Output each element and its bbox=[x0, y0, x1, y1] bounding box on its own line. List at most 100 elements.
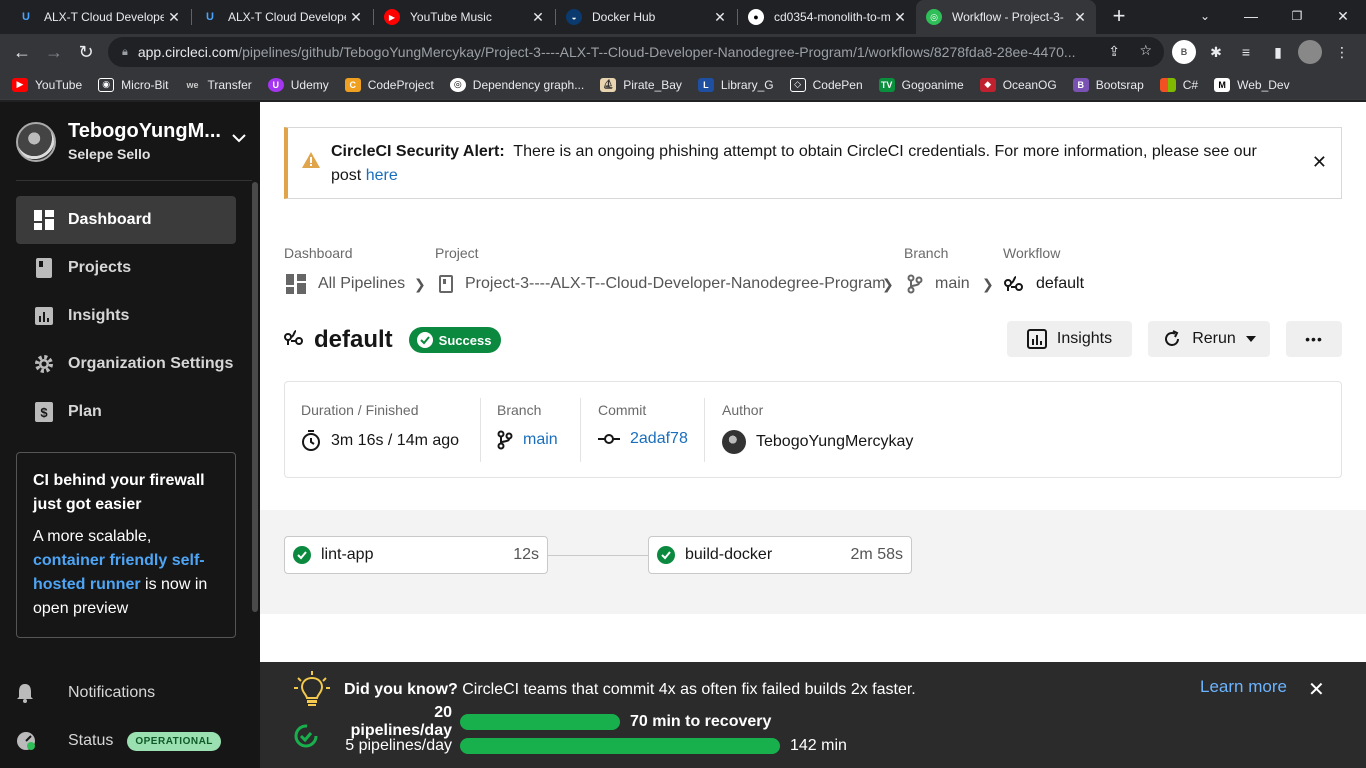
bookmark-item[interactable]: C CodeProject bbox=[344, 77, 434, 92]
job-card-lint-app[interactable]: lint-app 12s bbox=[284, 536, 548, 574]
close-banner-icon[interactable]: ✕ bbox=[1308, 677, 1325, 702]
bookmark-item[interactable]: ⛵︎ Pirate_Bay bbox=[600, 77, 682, 92]
success-check-icon bbox=[293, 546, 311, 564]
udemy-icon: U bbox=[267, 77, 284, 92]
more-actions-button[interactable]: ••• bbox=[1286, 321, 1342, 357]
workflow-header: default Success bbox=[284, 324, 502, 356]
bookmark-item[interactable]: M Web_Dev bbox=[1214, 77, 1290, 92]
side-panel-icon[interactable]: ▮ bbox=[1266, 40, 1290, 64]
reload-icon[interactable]: ↻ bbox=[72, 38, 100, 66]
close-tab-icon[interactable]: ✕ bbox=[1070, 9, 1090, 26]
close-tab-icon[interactable]: ✕ bbox=[710, 9, 730, 26]
check-circle-icon bbox=[416, 332, 433, 348]
browser-tab[interactable]: ▶ YouTube Music ✕ bbox=[374, 0, 554, 34]
security-alert-banner: CircleCI Security Alert: There is an ong… bbox=[284, 127, 1342, 199]
breadcrumb-chevron-icon: ❯ bbox=[982, 276, 994, 292]
tab-search-icon[interactable]: ⌄ bbox=[1182, 0, 1228, 32]
wetransfer-icon: we bbox=[186, 79, 199, 90]
org-switcher[interactable]: TebogoYungM... Selepe Sello bbox=[16, 120, 252, 164]
close-tab-icon[interactable]: ✕ bbox=[528, 9, 548, 26]
workflow-name: default bbox=[314, 326, 393, 353]
bookmark-item[interactable]: ◇ CodePen bbox=[789, 77, 863, 92]
rerun-button[interactable]: Rerun bbox=[1148, 321, 1270, 357]
extensions-icon[interactable]: ✱ bbox=[1204, 40, 1228, 64]
sidebar-status[interactable]: Status OPERATIONAL bbox=[16, 731, 221, 751]
bookmark-item[interactable]: TV Gogoanime bbox=[878, 77, 964, 92]
alert-link[interactable]: here bbox=[366, 167, 398, 184]
breadcrumb-project[interactable]: Project-3----ALX-T--Cloud-Developer-Nano… bbox=[439, 273, 886, 295]
sidebar-item-plan[interactable]: $ Plan bbox=[16, 388, 236, 436]
bookmark-item[interactable]: U Udemy bbox=[267, 77, 329, 92]
user-name: Selepe Sello bbox=[68, 146, 151, 162]
sidebar-divider bbox=[16, 180, 252, 181]
share-icon[interactable]: ⇪ bbox=[1108, 43, 1120, 60]
restore-icon[interactable]: ❐ bbox=[1274, 0, 1320, 32]
circleci-icon: ◎ bbox=[926, 9, 942, 25]
breadcrumb-branch[interactable]: main bbox=[907, 273, 970, 295]
insights-button[interactable]: Insights bbox=[1007, 321, 1132, 357]
bookmark-item[interactable]: ◆ OceanOG bbox=[979, 77, 1057, 92]
commit-link[interactable]: 2adaf78 bbox=[630, 430, 688, 448]
udacity-icon: U bbox=[206, 11, 214, 23]
close-tab-icon[interactable]: ✕ bbox=[346, 9, 366, 26]
bookmark-item[interactable]: we Transfer bbox=[185, 78, 251, 92]
branch-icon bbox=[497, 430, 513, 450]
breadcrumb-workflow[interactable]: default bbox=[1004, 273, 1084, 295]
breadcrumb-chevron-icon: ❯ bbox=[414, 276, 426, 292]
sidebar-notifications[interactable]: Notifications bbox=[16, 683, 155, 703]
breadcrumb-chevron-icon: ❯ bbox=[882, 276, 894, 292]
lock-icon: 🔒︎ bbox=[122, 45, 128, 58]
breadcrumb-all-pipelines[interactable]: All Pipelines bbox=[286, 273, 405, 295]
job-card-build-docker[interactable]: build-docker 2m 58s bbox=[648, 536, 912, 574]
duration-column: Duration / Finished 3m 16s / 14m ago bbox=[301, 402, 459, 452]
bookmark-item[interactable]: B Bootsrap bbox=[1072, 77, 1144, 92]
meta-divider bbox=[704, 398, 705, 462]
bookmark-item[interactable]: L Library_G bbox=[697, 77, 774, 92]
back-icon[interactable]: ← bbox=[8, 38, 36, 66]
oceanog-icon: ◆ bbox=[979, 77, 996, 92]
bookmark-item[interactable]: ▶ YouTube bbox=[12, 77, 82, 92]
rerun-icon bbox=[1162, 329, 1182, 349]
udacity-icon: U bbox=[22, 11, 30, 23]
library-icon: L bbox=[697, 77, 714, 92]
github-icon: ● bbox=[748, 9, 764, 25]
browser-tab[interactable]: ● cd0354-monolith-to-m ✕ bbox=[738, 0, 916, 34]
profile-avatar[interactable] bbox=[1298, 40, 1322, 64]
meta-divider bbox=[480, 398, 481, 462]
branch-icon bbox=[907, 274, 923, 294]
breadcrumb-label-dashboard: Dashboard bbox=[284, 245, 353, 261]
stat-bar bbox=[460, 738, 780, 754]
close-tab-icon[interactable]: ✕ bbox=[164, 9, 184, 26]
bookmark-item[interactable]: ◉ Micro-Bit bbox=[98, 77, 169, 92]
insights-icon bbox=[1026, 329, 1047, 349]
forward-icon[interactable]: → bbox=[40, 38, 68, 66]
browser-tab[interactable]: U ALX-T Cloud Develope ✕ bbox=[8, 0, 190, 34]
bookmark-item[interactable]: C# bbox=[1159, 77, 1198, 92]
workflow-icon bbox=[284, 329, 304, 352]
minimize-icon[interactable]: — bbox=[1228, 0, 1274, 32]
browser-tab[interactable]: U ALX-T Cloud Develope ✕ bbox=[192, 0, 372, 34]
sidebar-item-organization-settings[interactable]: Organization Settings bbox=[16, 340, 236, 388]
learn-more-link[interactable]: Learn more bbox=[1200, 677, 1287, 697]
media-control-icon[interactable]: ≡ bbox=[1234, 40, 1258, 64]
browser-tab-active[interactable]: ◎ Workflow - Project-3- ✕ bbox=[916, 0, 1096, 34]
gogoanime-icon: TV bbox=[878, 77, 895, 92]
close-tab-icon[interactable]: ✕ bbox=[890, 9, 910, 26]
new-tab-button[interactable]: + bbox=[1097, 0, 1141, 32]
bookmark-item[interactable]: ◎ Dependency graph... bbox=[449, 77, 584, 92]
status-badge: OPERATIONAL bbox=[127, 731, 221, 751]
sidebar-item-insights[interactable]: Insights bbox=[16, 292, 236, 340]
sidebar-item-dashboard[interactable]: Dashboard bbox=[16, 196, 236, 244]
extension-b-icon[interactable]: B bbox=[1172, 40, 1196, 64]
menu-kebab-icon[interactable]: ⋮ bbox=[1330, 40, 1354, 64]
branch-link[interactable]: main bbox=[523, 431, 558, 449]
browser-tab[interactable]: ◒ Docker Hub ✕ bbox=[556, 0, 736, 34]
pirate-bay-icon: ⛵︎ bbox=[600, 77, 617, 92]
close-alert-icon[interactable]: ✕ bbox=[1312, 152, 1327, 173]
window-close-icon[interactable]: ✕ bbox=[1320, 0, 1366, 32]
sidebar-item-projects[interactable]: Projects bbox=[16, 244, 236, 292]
author-column: Author TebogoYungMercykay bbox=[722, 402, 913, 454]
bookmark-star-icon[interactable]: ☆ bbox=[1139, 42, 1152, 59]
sidebar-scrollbar[interactable] bbox=[252, 182, 258, 612]
address-bar[interactable]: 🔒︎ app.circleci.com /pipelines/github/Te… bbox=[108, 37, 1164, 67]
